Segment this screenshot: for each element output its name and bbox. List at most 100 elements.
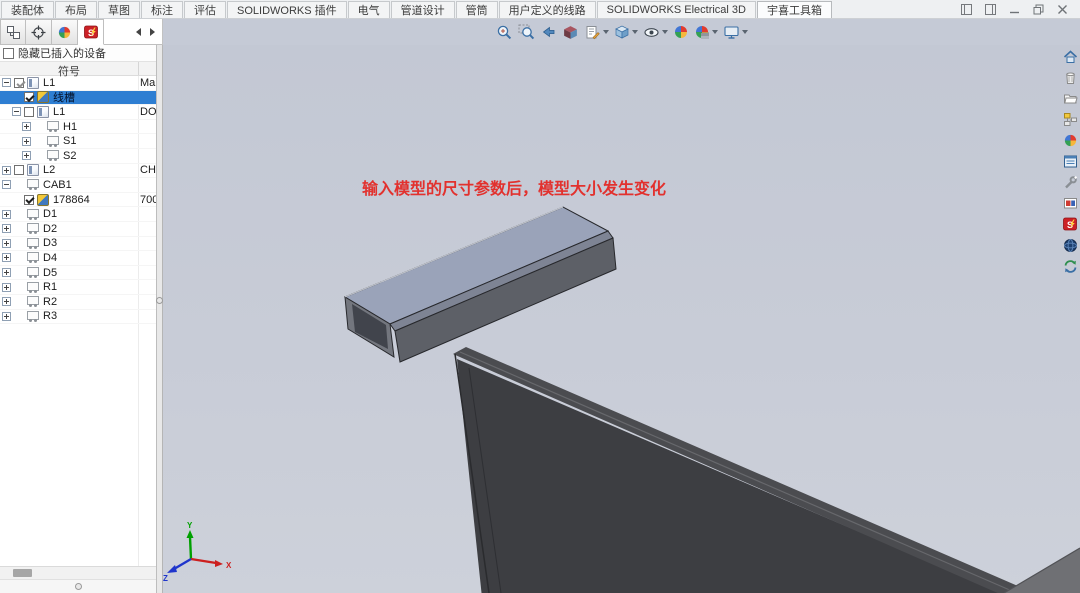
ribbon-tab-label: SOLIDWORKS 插件 bbox=[237, 2, 337, 18]
ribbon-tab-label: 草图 bbox=[108, 2, 130, 18]
row-checkbox[interactable] bbox=[14, 78, 24, 88]
tree-row[interactable]: S2 bbox=[0, 149, 156, 164]
expander-icon[interactable] bbox=[2, 312, 11, 321]
tree-row[interactable]: R3 bbox=[0, 310, 156, 325]
ribbon-tab[interactable]: 宇喜工具箱 bbox=[757, 1, 832, 18]
crosshair-tab[interactable] bbox=[26, 19, 52, 45]
pane-right-icon[interactable] bbox=[985, 4, 996, 15]
horizontal-scrollbar[interactable] bbox=[0, 566, 156, 579]
expander-icon[interactable] bbox=[2, 166, 11, 175]
tree-row[interactable]: L1 DOO bbox=[0, 105, 156, 120]
tree-item-icon bbox=[37, 106, 49, 118]
expander-icon[interactable] bbox=[22, 122, 31, 131]
previous-view-icon[interactable] bbox=[539, 23, 558, 42]
ribbon-tab[interactable]: 管道设计 bbox=[391, 1, 455, 18]
view-orientation-icon[interactable] bbox=[613, 23, 639, 41]
tab-scroll-left-button[interactable] bbox=[132, 25, 144, 39]
view-settings-icon[interactable] bbox=[722, 23, 749, 42]
tree-row[interactable]: D3 bbox=[0, 237, 156, 252]
panel-splitter-handle[interactable] bbox=[75, 583, 82, 590]
row-checkbox[interactable] bbox=[24, 92, 34, 102]
ribbon-tab[interactable]: 装配体 bbox=[1, 1, 54, 18]
display-style-icon[interactable] bbox=[642, 23, 669, 42]
home-icon[interactable] bbox=[1062, 48, 1078, 64]
row-checkbox[interactable] bbox=[14, 165, 24, 175]
tree-row[interactable]: L1 Main bbox=[0, 76, 156, 91]
expander-icon[interactable] bbox=[22, 137, 31, 146]
expander-icon[interactable] bbox=[2, 78, 11, 87]
tab-scroll-right-button[interactable] bbox=[146, 25, 158, 39]
tree-column-header[interactable]: 符号 bbox=[0, 61, 156, 76]
tree-row[interactable]: D5 bbox=[0, 266, 156, 281]
tree-item-value: Main bbox=[140, 77, 156, 89]
zoom-to-area-icon[interactable] bbox=[517, 23, 536, 42]
tools-icon[interactable] bbox=[1062, 174, 1078, 190]
ribbon-tab[interactable]: 草图 bbox=[98, 1, 140, 18]
tree-item-label: R2 bbox=[43, 296, 57, 308]
tree-row[interactable]: R2 bbox=[0, 295, 156, 310]
ribbon-tab[interactable]: 标注 bbox=[141, 1, 183, 18]
classification-icon[interactable] bbox=[1062, 111, 1078, 127]
restore-button[interactable] bbox=[1033, 4, 1044, 15]
ribbon-tab[interactable]: SOLIDWORKS Electrical 3D bbox=[597, 1, 756, 18]
row-checkbox[interactable] bbox=[24, 195, 34, 205]
tree-row[interactable]: D1 bbox=[0, 207, 156, 222]
expander-icon[interactable] bbox=[2, 268, 11, 277]
expander-icon[interactable] bbox=[2, 283, 11, 292]
image-mark-icon[interactable] bbox=[1062, 195, 1078, 211]
expander-icon[interactable] bbox=[12, 107, 21, 116]
minimize-button[interactable] bbox=[1009, 4, 1020, 15]
tree-item-icon bbox=[27, 209, 39, 218]
sw-electrical-tab[interactable] bbox=[78, 19, 104, 45]
recycle-bin-icon[interactable] bbox=[1062, 69, 1078, 85]
browser-sphere-icon[interactable] bbox=[1062, 132, 1078, 148]
ribbon-tab[interactable]: 管筒 bbox=[456, 1, 498, 18]
expander-icon[interactable] bbox=[2, 253, 11, 262]
datasheet-icon[interactable] bbox=[1062, 153, 1078, 169]
expander-icon[interactable] bbox=[2, 180, 11, 189]
tree-item-icon bbox=[27, 296, 39, 305]
annotation-visibility-icon[interactable] bbox=[583, 23, 610, 42]
tree-row[interactable]: D2 bbox=[0, 222, 156, 237]
tree-row[interactable]: H1 bbox=[0, 120, 156, 135]
web-globe-icon[interactable] bbox=[1062, 237, 1078, 253]
assembly-manager-tab[interactable] bbox=[0, 19, 26, 45]
ribbon-tab[interactable]: 布局 bbox=[55, 1, 97, 18]
model-panel[interactable] bbox=[453, 347, 1080, 593]
expander-icon[interactable] bbox=[2, 210, 11, 219]
browser-sphere-tab[interactable] bbox=[52, 19, 78, 45]
hide-devices-checkbox[interactable] bbox=[3, 48, 14, 59]
ribbon-tab[interactable]: 评估 bbox=[184, 1, 226, 18]
graphics-viewport[interactable]: Y X Z 输入模型的尺寸参数后，模型大小发生变化 bbox=[163, 45, 1080, 593]
tree-row[interactable]: 178864 700x bbox=[0, 193, 156, 208]
refresh-sync-icon[interactable] bbox=[1062, 258, 1078, 274]
open-folder-icon[interactable] bbox=[1062, 90, 1078, 106]
pane-left-icon[interactable] bbox=[961, 4, 972, 15]
model-box[interactable] bbox=[345, 207, 616, 362]
tree-row[interactable]: R1 bbox=[0, 280, 156, 295]
expander-icon[interactable] bbox=[22, 151, 31, 160]
zoom-to-fit-icon[interactable] bbox=[495, 23, 514, 42]
tree-row[interactable]: 线槽 bbox=[0, 91, 156, 106]
edit-appearance-icon[interactable] bbox=[693, 23, 719, 41]
expander-icon[interactable] bbox=[2, 239, 11, 248]
hide-show-items-icon[interactable] bbox=[672, 23, 690, 41]
ribbon-tab[interactable]: 用户定义的线路 bbox=[499, 1, 596, 18]
splitter-collapse-handle[interactable] bbox=[156, 297, 163, 304]
scrollbar-thumb[interactable] bbox=[13, 569, 32, 577]
assembly-manager-icon bbox=[6, 25, 21, 40]
expander-icon[interactable] bbox=[2, 297, 11, 306]
tree-row[interactable]: S1 bbox=[0, 134, 156, 149]
tree-row[interactable]: D4 bbox=[0, 251, 156, 266]
sw-electrical-icon[interactable] bbox=[1062, 216, 1078, 232]
ribbon-tab[interactable]: 电气 bbox=[348, 1, 390, 18]
close-button[interactable] bbox=[1057, 4, 1068, 15]
ribbon-tab[interactable]: SOLIDWORKS 插件 bbox=[227, 1, 347, 18]
section-view-icon[interactable] bbox=[561, 23, 580, 42]
annotation-text: 输入模型的尺寸参数后，模型大小发生变化 bbox=[362, 175, 666, 199]
tree-row[interactable]: CAB1 bbox=[0, 178, 156, 193]
row-checkbox[interactable] bbox=[24, 107, 34, 117]
ribbon-tab-label: 评估 bbox=[194, 2, 216, 18]
tree-row[interactable]: L2 CHAS bbox=[0, 164, 156, 179]
expander-icon[interactable] bbox=[2, 224, 11, 233]
